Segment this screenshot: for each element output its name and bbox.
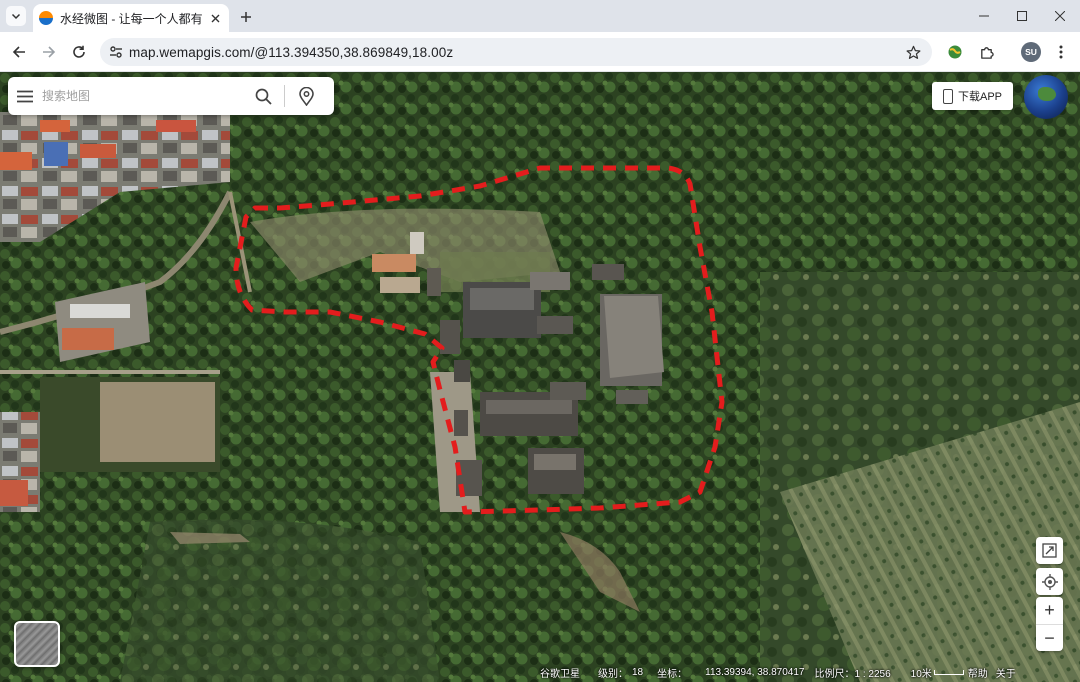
extension-globe-icon [948, 45, 962, 59]
zoom-control: + − [1036, 597, 1063, 651]
maximize-button[interactable] [1012, 6, 1032, 26]
coord-label: 坐标： [657, 668, 688, 680]
browser-menu-button[interactable] [1050, 41, 1072, 63]
browser-toolbar: map.wemapgis.com/@113.394350,38.869849,1… [0, 32, 1080, 72]
maximize-icon [1017, 11, 1027, 21]
extension-button[interactable] [944, 41, 966, 63]
reload-button[interactable] [68, 41, 90, 63]
scale-bar-label: 10米 [910, 668, 932, 680]
map-search-input[interactable] [42, 81, 248, 111]
help-link[interactable]: 帮助 [968, 665, 988, 680]
reload-icon [73, 45, 85, 58]
download-app-label: 下载APP [957, 91, 1002, 103]
site-info-button[interactable] [103, 38, 129, 66]
scale-bar [933, 669, 964, 675]
star-icon [906, 45, 920, 59]
location-pin-icon [298, 86, 314, 106]
kebab-menu-icon [1059, 45, 1063, 59]
search-divider [284, 85, 285, 107]
expand-icon [1042, 543, 1057, 558]
map-menu-button[interactable] [8, 77, 42, 115]
plus-icon [241, 12, 251, 22]
coord-value: 113.39394, 38.870417 [705, 666, 805, 678]
new-tab-button[interactable] [236, 7, 256, 27]
globe-view-icon[interactable] [1024, 75, 1068, 119]
search-button[interactable] [248, 81, 278, 111]
phone-icon [942, 88, 953, 104]
tab-search-button[interactable] [6, 6, 26, 26]
profile-avatar[interactable]: SU [1021, 42, 1041, 62]
map-status-bar: 谷歌卫星 级别： 18 坐标： 113.39394, 38.870417 比例尺… [540, 664, 1020, 680]
map-viewport[interactable]: 下载APP + − 谷歌卫星 级别： 18 坐标： 113.39394, 38.… [0, 72, 1080, 682]
layer-switcher-button[interactable] [14, 621, 60, 667]
url-text[interactable]: map.wemapgis.com/@113.394350,38.869849,1… [129, 45, 453, 60]
active-tab[interactable]: 水经微图 - 让每一个人都有自己 [33, 4, 229, 32]
fullscreen-button[interactable] [1036, 537, 1063, 564]
search-icon [255, 88, 272, 105]
level-label: 级别： [598, 668, 628, 680]
tab-strip: 水经微图 - 让每一个人都有自己 [0, 0, 1080, 32]
puzzle-icon [980, 46, 994, 59]
minimize-button[interactable] [974, 6, 994, 26]
address-bar[interactable]: map.wemapgis.com/@113.394350,38.869849,1… [100, 38, 932, 66]
locate-me-button[interactable] [1036, 568, 1063, 595]
back-button[interactable] [8, 41, 30, 63]
zoom-in-button[interactable]: + [1036, 597, 1063, 624]
close-icon [211, 14, 219, 22]
forward-arrow-icon [43, 46, 56, 58]
chevron-down-icon [11, 13, 21, 20]
location-pin-button[interactable] [291, 81, 321, 111]
about-link[interactable]: 关于 [996, 665, 1016, 680]
extensions-menu-button[interactable] [975, 41, 997, 63]
tab-title: 水经微图 - 让每一个人都有自己 [60, 11, 203, 26]
scale-label: 比例尺：1 : 2256 [814, 668, 891, 680]
back-arrow-icon [12, 46, 25, 58]
map-search-box [8, 77, 334, 115]
crosshair-icon [1041, 573, 1058, 590]
bookmark-button[interactable] [904, 43, 922, 61]
satellite-imagery[interactable] [0, 72, 1080, 682]
site-favicon-icon [39, 11, 53, 25]
window-close-icon [1055, 11, 1065, 21]
window-close-button[interactable] [1050, 6, 1070, 26]
zoom-out-button[interactable]: − [1036, 624, 1063, 651]
forward-button[interactable] [38, 41, 60, 63]
level-value: 18 [632, 666, 644, 678]
layer-name: 谷歌卫星 [540, 668, 580, 680]
site-info-icon [110, 46, 122, 58]
tab-close-button[interactable] [207, 10, 223, 26]
hamburger-menu-icon [17, 90, 33, 102]
download-app-button[interactable]: 下载APP [932, 82, 1013, 110]
minimize-icon [979, 15, 989, 17]
